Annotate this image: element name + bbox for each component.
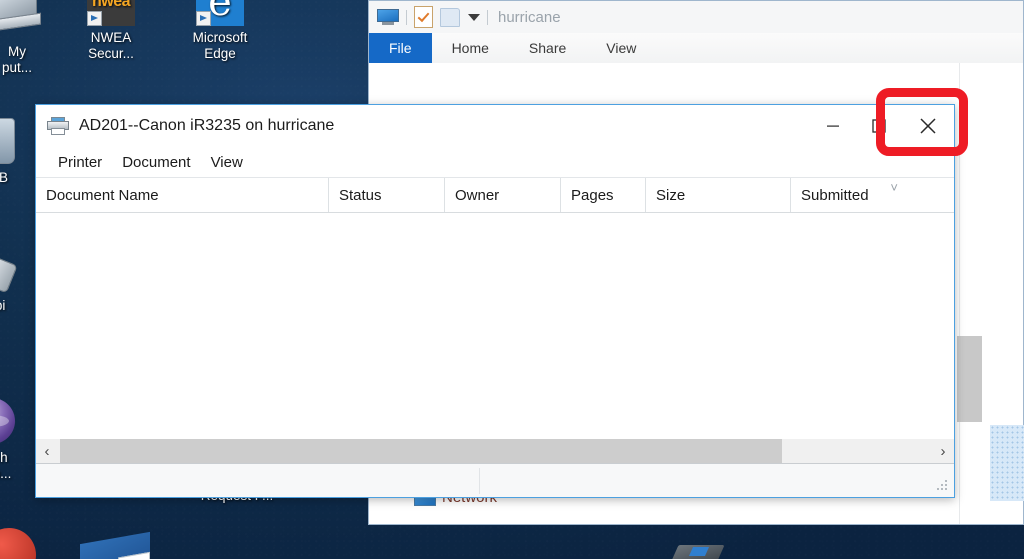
desktop-icon-my-computer[interactable]: My put...: [0, 0, 62, 76]
menu-item-view[interactable]: View: [201, 152, 253, 173]
scrollbar-thumb[interactable]: [60, 439, 782, 463]
desktop-icon-recycle-bin[interactable]: cle B: [0, 118, 38, 186]
explorer-title: hurricane: [498, 8, 561, 26]
minimize-button[interactable]: [810, 105, 856, 147]
column-header-status[interactable]: Status: [329, 178, 445, 212]
print-queue-statusbar: [36, 463, 954, 497]
menu-item-printer[interactable]: Printer: [48, 152, 112, 173]
menu-item-document[interactable]: Document: [112, 152, 200, 173]
desktop-icon-label-2: Secur...: [88, 46, 134, 61]
nwea-logo-icon: nwea: [87, 0, 135, 26]
explorer-ribbon-tabs[interactable]: File Home Share View: [369, 33, 1023, 64]
printer-icon: [669, 545, 727, 559]
resize-grip[interactable]: [936, 480, 949, 493]
desktop-icon-label-2: Edge: [204, 46, 236, 61]
print-queue-menubar[interactable]: Printer Document View: [36, 147, 954, 178]
explorer-titlebar[interactable]: hurricane: [369, 1, 1023, 33]
desktop-icon-label: cle B: [0, 170, 8, 185]
column-header-size[interactable]: Size: [646, 178, 791, 212]
close-button[interactable]: [902, 105, 954, 147]
nwea-logo-text: nwea: [91, 0, 131, 10]
desktop-icon-blue-partial[interactable]: [80, 531, 150, 559]
close-icon: [920, 118, 936, 134]
red-circle-icon: [0, 528, 36, 559]
tab-share[interactable]: Share: [509, 33, 586, 63]
desktop-icon-red-partial[interactable]: [0, 528, 36, 559]
desktop-icon-inspire[interactable]: nspi: [0, 245, 38, 314]
column-header-pages[interactable]: Pages: [561, 178, 646, 212]
desktop-icon-label: NWEA: [90, 30, 132, 45]
column-header-owner[interactable]: Owner: [445, 178, 561, 212]
chevron-down-icon: ˅: [890, 180, 898, 195]
statusbar-divider: [479, 468, 480, 494]
print-queue-list[interactable]: [36, 231, 954, 439]
desktop-icon-label: Microsoft: [192, 30, 248, 45]
explorer-scrollbar-thumb[interactable]: [957, 336, 982, 422]
minimize-icon: [827, 125, 839, 127]
monitor-icon[interactable]: [377, 8, 399, 26]
print-queue-column-headers[interactable]: Document Name Status Owner Pages Size Su…: [36, 178, 954, 213]
scroll-right-arrow-icon[interactable]: ›: [932, 444, 954, 459]
tab-file[interactable]: File: [369, 33, 432, 63]
globe-icon: [0, 398, 17, 446]
screen: My put... nwea NWEA Secur... e Microsoft…: [0, 0, 1024, 559]
column-header-document-name[interactable]: Document Name: [36, 178, 329, 212]
toolbar-separator-2: [487, 9, 488, 25]
desktop-icon-microsoft-edge[interactable]: e Microsoft Edge: [175, 0, 265, 62]
maximize-icon: [872, 119, 886, 133]
explorer-selection-highlight: [990, 425, 1024, 501]
scrollbar-track[interactable]: [58, 439, 932, 463]
desktop-icon-nwea-secure[interactable]: nwea NWEA Secur...: [66, 0, 156, 62]
horizontal-scrollbar[interactable]: ‹ ›: [36, 439, 954, 463]
properties-checkmark-icon[interactable]: [414, 6, 433, 28]
tab-home[interactable]: Home: [432, 33, 509, 63]
computer-icon: [0, 0, 41, 40]
desktop-icon-label: each: [0, 450, 8, 465]
tab-view[interactable]: View: [586, 33, 656, 63]
printer-icon: [47, 117, 69, 135]
window-title: AD201--Canon iR3235 on hurricane: [79, 117, 335, 134]
recycle-bin-icon: [0, 118, 17, 166]
desktop-icon-label: My: [8, 44, 26, 59]
folder-icon[interactable]: [440, 7, 460, 27]
scroll-left-arrow-icon[interactable]: ‹: [36, 444, 58, 459]
shortcut-arrow-icon: [87, 11, 102, 26]
print-queue-window[interactable]: AD201--Canon iR3235 on hurricane Printer…: [35, 104, 955, 498]
toolbar-separator: [406, 9, 407, 25]
shortcut-arrow-icon: [196, 11, 211, 26]
desktop-icon-label-2: put...: [1, 60, 33, 75]
column-header-submitted[interactable]: Submitted: [791, 178, 954, 212]
list-item[interactable]: ba054_5050: [669, 545, 824, 559]
desktop-icon-reach-generator[interactable]: each Gen...: [0, 398, 38, 482]
maximize-button[interactable]: [856, 105, 902, 147]
chevron-down-icon[interactable]: [468, 13, 480, 21]
print-queue-titlebar[interactable]: AD201--Canon iR3235 on hurricane: [36, 105, 954, 147]
desktop-icon-label-2: Gen...: [0, 466, 12, 481]
explorer-vertical-scrollbar[interactable]: [958, 63, 983, 524]
edge-logo-icon: e: [196, 0, 244, 26]
edge-logo-text: e: [208, 0, 232, 25]
phone-icon: [0, 245, 18, 294]
window-controls[interactable]: [810, 105, 954, 147]
desktop-icon-label: nspi: [0, 298, 6, 313]
